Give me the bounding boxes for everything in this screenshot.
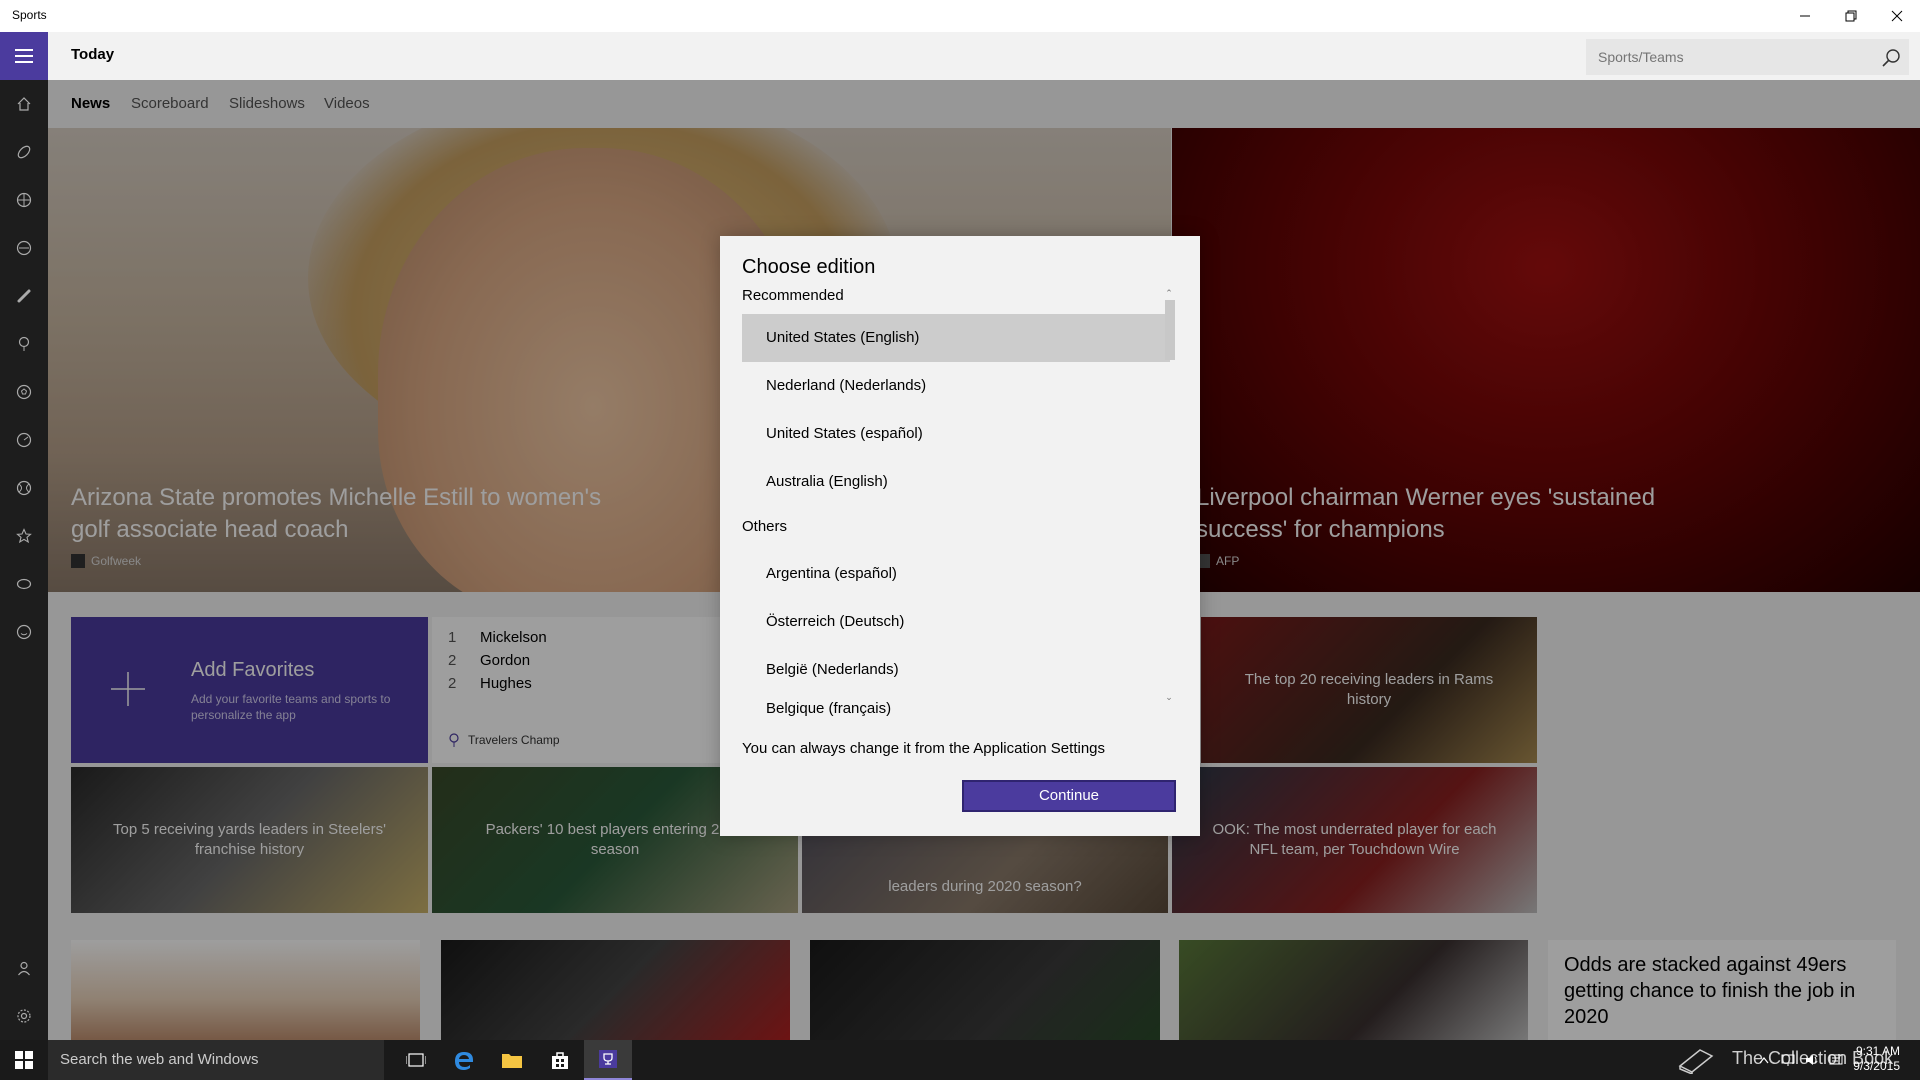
left-nav-rail <box>0 32 48 1040</box>
show-hidden-icons[interactable] <box>1752 1040 1776 1080</box>
home-icon[interactable] <box>0 80 48 128</box>
edition-scrollbar[interactable]: ⌃ ⌄ <box>1164 288 1175 708</box>
close-button[interactable] <box>1874 0 1920 32</box>
volume-icon[interactable] <box>1800 1040 1824 1080</box>
hamburger-menu-button[interactable] <box>0 32 48 80</box>
others-label: Others <box>742 518 788 535</box>
app-title: Sports <box>12 8 47 22</box>
page-title: Today <box>71 46 115 63</box>
minimize-button[interactable] <box>1782 0 1828 32</box>
baseball-bat-icon[interactable] <box>0 272 48 320</box>
recommended-label: Recommended <box>742 287 844 304</box>
edition-item[interactable]: United States (English) <box>742 314 1170 362</box>
taskbar: Search the web and Windows The Collectio… <box>0 1040 1920 1080</box>
search-box <box>1586 39 1909 75</box>
dialog-note: You can always change it from the Applic… <box>742 740 1106 757</box>
choose-edition-dialog: Choose edition Recommended United States… <box>720 236 1200 836</box>
task-view-icon[interactable] <box>392 1040 440 1080</box>
edition-list: United States (English) Nederland (Neder… <box>742 314 1178 694</box>
restore-button[interactable] <box>1828 0 1874 32</box>
edition-item[interactable]: Österreich (Deutsch) <box>742 598 1170 646</box>
store-icon[interactable] <box>536 1040 584 1080</box>
favorites-star-icon[interactable] <box>0 512 48 560</box>
book-watermark-icon <box>1676 1040 1716 1080</box>
dialog-title: Choose edition <box>742 256 876 278</box>
search-input[interactable] <box>1586 39 1876 75</box>
settings-gear-icon[interactable] <box>0 992 48 1040</box>
clock-date: 9/3/2015 <box>1853 1059 1900 1073</box>
golf-icon[interactable] <box>0 320 48 368</box>
action-center-icon[interactable] <box>1824 1040 1848 1080</box>
edition-item[interactable]: België (Nederlands) <box>742 646 1170 694</box>
restore-icon <box>1845 10 1857 22</box>
close-icon <box>1891 10 1903 22</box>
scroll-down-icon[interactable]: ⌄ <box>1164 692 1174 703</box>
edition-item[interactable]: Belgique (français) <box>742 694 1170 724</box>
system-clock[interactable]: 9:31 AM 9/3/2015 <box>1853 1044 1900 1074</box>
minimize-icon <box>1800 15 1810 17</box>
basketball-icon[interactable] <box>0 176 48 224</box>
scroll-up-icon[interactable]: ⌃ <box>1164 288 1174 299</box>
racing-icon[interactable] <box>0 416 48 464</box>
edition-item[interactable]: United States (español) <box>742 410 1170 458</box>
file-explorer-icon[interactable] <box>488 1040 536 1080</box>
search-icon[interactable] <box>1881 47 1903 69</box>
sports-app-taskbar-icon[interactable] <box>584 1040 632 1080</box>
title-bar: Sports <box>0 0 1920 32</box>
edition-item[interactable]: Argentina (español) <box>742 550 1170 598</box>
football-icon[interactable] <box>0 128 48 176</box>
windows-logo-icon <box>15 1051 33 1069</box>
soccer-icon[interactable] <box>0 368 48 416</box>
user-account-icon[interactable] <box>0 944 48 992</box>
hockey-icon[interactable] <box>0 224 48 272</box>
network-icon[interactable] <box>1776 1040 1800 1080</box>
continue-button[interactable]: Continue <box>962 780 1176 812</box>
tennis-icon[interactable] <box>0 464 48 512</box>
rugby-icon[interactable] <box>0 560 48 608</box>
edition-item[interactable]: Australia (English) <box>742 458 1170 506</box>
edition-item[interactable]: Nederland (Nederlands) <box>742 362 1170 410</box>
edge-browser-icon[interactable] <box>440 1040 488 1080</box>
taskbar-search-box[interactable]: Search the web and Windows <box>48 1040 384 1080</box>
app-header: Today <box>48 32 1920 80</box>
scroll-thumb[interactable] <box>1165 300 1175 360</box>
windows-start-button[interactable] <box>0 1040 48 1080</box>
smiley-icon[interactable] <box>0 608 48 656</box>
clock-time: 9:31 AM <box>1855 1044 1900 1058</box>
